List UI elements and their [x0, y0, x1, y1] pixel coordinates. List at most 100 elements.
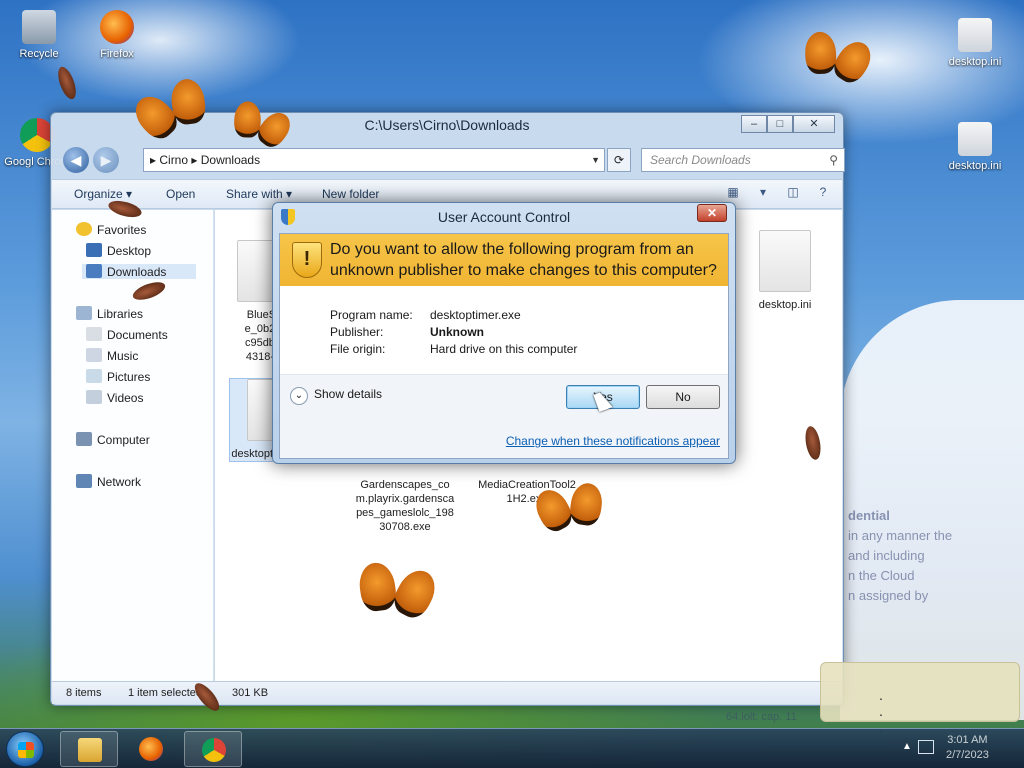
- butterfly-decoration: [534, 481, 607, 547]
- wallpaper-text-line: and including: [848, 548, 925, 563]
- desktop-icon-firefox[interactable]: Firefox: [82, 10, 152, 60]
- nav-label: Desktop: [107, 244, 152, 258]
- chevron-down-icon[interactable]: ▾: [754, 185, 772, 203]
- desktop-icon-desktop-ini-2[interactable]: desktop.ini: [940, 122, 1010, 172]
- music-icon: [86, 348, 102, 362]
- star-icon: [76, 222, 92, 236]
- wallpaper-text-line: n the Cloud: [848, 568, 915, 583]
- start-button[interactable]: [6, 731, 44, 767]
- nav-label: Favorites: [97, 223, 147, 237]
- search-placeholder: Search Downloads: [650, 153, 751, 167]
- window-controls: – □ ✕: [741, 115, 835, 133]
- butterfly-decoration: [797, 29, 874, 100]
- nav-label: Network: [97, 475, 142, 489]
- search-input[interactable]: Search Downloads ⚲: [641, 148, 845, 172]
- desktop-gadget[interactable]: . . .: [820, 662, 1020, 735]
- close-button[interactable]: ✕: [697, 204, 727, 222]
- minimize-button[interactable]: –: [741, 115, 767, 133]
- chevron-down-icon: ⌄: [290, 387, 308, 405]
- nav-pictures[interactable]: Pictures: [86, 369, 150, 384]
- downloads-folder-icon: [86, 264, 102, 278]
- nav-libraries[interactable]: Libraries: [76, 306, 143, 321]
- documents-icon: [86, 327, 102, 341]
- desktop-icon-desktop-ini-1[interactable]: desktop.ini: [940, 18, 1010, 68]
- change-notifications-link[interactable]: Change when these notifications appear: [506, 434, 720, 448]
- close-button[interactable]: ✕: [793, 115, 835, 133]
- nav-label: Videos: [107, 391, 144, 405]
- forward-button[interactable]: ▶: [93, 147, 119, 173]
- nav-computer[interactable]: Computer: [76, 432, 150, 447]
- desktop-icon-recycle-bin[interactable]: Recycle: [4, 10, 74, 60]
- file-origin-value: Hard drive on this computer: [430, 342, 578, 356]
- show-hidden-icons-icon[interactable]: ▲: [902, 741, 912, 752]
- help-icon[interactable]: ?: [814, 185, 832, 203]
- computer-icon: [76, 432, 92, 446]
- address-bar[interactable]: ▸ Cirno ▸ Downloads ▼: [143, 148, 605, 172]
- nav-desktop[interactable]: Desktop: [86, 243, 151, 258]
- program-name-label: Program name:: [330, 308, 413, 322]
- new-folder-button[interactable]: New folder: [322, 187, 379, 201]
- desktop-icon-label: Firefox: [100, 48, 134, 60]
- desktop-icon-label: desktop.ini: [948, 56, 1002, 68]
- nav-label: Downloads: [107, 265, 167, 279]
- file-name: Gardenscapes_com.playrix.gardenscapes_ga…: [355, 479, 455, 533]
- folder-icon: [78, 738, 102, 762]
- uac-warning-banner: ! Do you want to allow the following pro…: [280, 234, 728, 286]
- open-button[interactable]: Open: [166, 187, 195, 201]
- view-options-icon[interactable]: ▦: [724, 185, 742, 203]
- status-item-count: 8 items: [66, 687, 102, 699]
- warning-shield-icon: !: [292, 242, 322, 278]
- nav-label: Computer: [97, 433, 150, 447]
- navigation-bar: ◀ ▶ ▸ Cirno ▸ Downloads ▼ ⟳ Search Downl…: [59, 147, 845, 173]
- file-item[interactable]: desktop.ini: [735, 230, 835, 312]
- publisher-row: Publisher: Unknown: [330, 325, 484, 339]
- taskbar-chrome[interactable]: [184, 731, 242, 767]
- share-with-button[interactable]: Share with ▾: [226, 187, 292, 201]
- status-size: 301 KB: [232, 687, 269, 699]
- organize-button[interactable]: Organize ▾: [74, 187, 132, 201]
- preview-pane-icon[interactable]: ◫: [784, 185, 802, 203]
- chrome-icon: [20, 118, 54, 152]
- file-origin-label: File origin:: [330, 342, 386, 356]
- taskbar-explorer[interactable]: [60, 731, 118, 767]
- libraries-icon: [76, 306, 92, 320]
- desktop-icon: [86, 243, 102, 257]
- show-details-button[interactable]: ⌄ Show details: [290, 387, 382, 405]
- clock-time: 3:01 AM: [947, 734, 988, 746]
- system-tray: ▲ 3:01 AM 2/7/2023: [894, 729, 1024, 768]
- display-icon[interactable]: [918, 740, 934, 754]
- videos-icon: [86, 390, 102, 404]
- chevron-down-icon[interactable]: ▼: [591, 149, 600, 171]
- nav-favorites[interactable]: Favorites: [76, 222, 146, 237]
- clock-date: 2/7/2023: [946, 749, 989, 761]
- search-icon: ⚲: [829, 153, 838, 167]
- nav-downloads[interactable]: Downloads: [82, 264, 197, 279]
- wallpaper-text-line: in any manner the: [848, 528, 953, 543]
- nav-music[interactable]: Music: [86, 348, 138, 363]
- chrome-icon: [202, 738, 226, 762]
- taskbar-firefox[interactable]: [122, 731, 180, 767]
- file-item[interactable]: Gardenscapes_com.playrix.gardenscapes_ga…: [355, 478, 455, 534]
- wallpaper-caption: 64.iolt: cap. 11: [726, 711, 797, 723]
- file-origin-row: File origin: Hard drive on this computer: [330, 342, 577, 356]
- program-name-row: Program name: desktoptimer.exe: [330, 308, 521, 322]
- butterfly-decoration: [353, 560, 437, 636]
- clock[interactable]: 3:01 AM 2/7/2023: [946, 733, 989, 763]
- file-name: desktop.ini: [758, 299, 812, 311]
- nav-documents[interactable]: Documents: [86, 327, 168, 342]
- program-name-value: desktoptimer.exe: [430, 308, 521, 322]
- address-path: ▸ Cirno ▸ Downloads: [150, 153, 261, 167]
- refresh-button[interactable]: ⟳: [607, 148, 631, 172]
- maximize-button[interactable]: □: [767, 115, 793, 133]
- uac-question: Do you want to allow the following progr…: [330, 241, 717, 279]
- nav-videos[interactable]: Videos: [86, 390, 143, 405]
- no-button[interactable]: No: [646, 385, 720, 409]
- back-button[interactable]: ◀: [63, 147, 89, 173]
- nav-network[interactable]: Network: [76, 474, 141, 489]
- firefox-icon: [100, 10, 134, 44]
- uac-body: ! Do you want to allow the following pro…: [279, 233, 729, 459]
- taskbar: ▲ 3:01 AM 2/7/2023: [0, 728, 1024, 768]
- nav-label: Libraries: [97, 307, 144, 321]
- settings-file-icon: [958, 18, 992, 52]
- uac-dialog: User Account Control ✕ ! Do you want to …: [272, 202, 736, 464]
